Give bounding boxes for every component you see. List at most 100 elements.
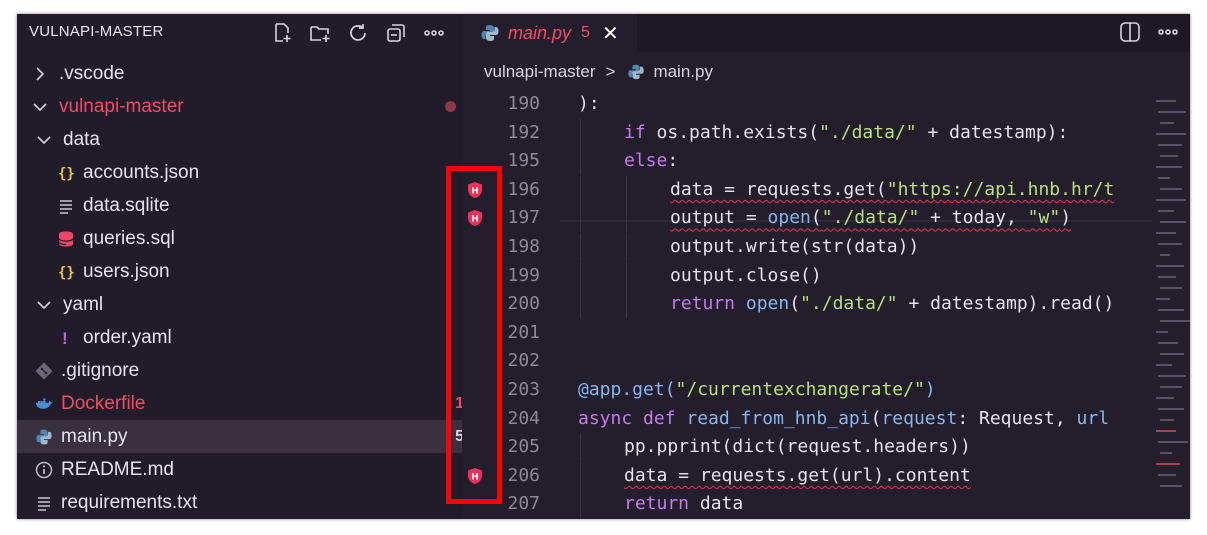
tab-bar: main.py 5 ✕ <box>462 14 1190 52</box>
code-token: ( <box>810 207 822 229</box>
code-line: 195 else: <box>462 147 1152 176</box>
explorer-title: VULNAPI-MASTER <box>29 23 164 40</box>
minimap-line <box>1156 430 1176 432</box>
tree-item-yaml[interactable]: yaml <box>17 288 480 321</box>
tree-item-label: vulnapi-master <box>59 95 184 117</box>
code-token: request <box>881 407 958 429</box>
code-line: 192 if os.path.exists("./data/" + datesta… <box>462 118 1152 147</box>
collapse-all-icon[interactable] <box>382 19 410 47</box>
tree-item-gitignore[interactable]: .gitignore <box>17 354 480 387</box>
code-view[interactable]: 190): 192 if os.path.exists("./data/" + da… <box>462 90 1152 519</box>
indent-guide <box>626 204 627 233</box>
tree-item-label: yaml <box>63 293 104 315</box>
tree-item-users-json[interactable]: {} users.json <box>17 255 502 288</box>
code-token: : Request, <box>957 407 1077 429</box>
tree-item-label: queries.sql <box>83 227 175 249</box>
tree-item-label: .gitignore <box>61 359 140 381</box>
indent-guide <box>626 175 627 204</box>
minimap-line <box>1160 353 1184 355</box>
tree-item-dockerfile[interactable]: Dockerfile 1 <box>17 387 480 420</box>
minimap-line <box>1156 199 1186 201</box>
minimap-line <box>1156 133 1186 135</box>
tree-item-accounts-json[interactable]: {} accounts.json <box>17 156 502 189</box>
minimap-line <box>1158 177 1170 179</box>
new-folder-icon[interactable] <box>306 19 334 47</box>
explorer-sidebar: VULNAPI-MASTER .vscode vulnapi-master da… <box>17 14 480 519</box>
line-text: if os.path.exists("./data/" + datestamp)… <box>624 119 1068 147</box>
minimap-line <box>1158 111 1186 113</box>
more-actions-icon[interactable] <box>1156 20 1180 44</box>
close-icon[interactable]: ✕ <box>602 21 619 45</box>
minimap-line <box>1160 419 1174 421</box>
docker-icon <box>35 395 53 413</box>
minimap[interactable] <box>1152 90 1190 519</box>
code-token: os.path.exists( <box>656 121 820 143</box>
tree-item-order-yaml[interactable]: ! order.yaml <box>17 321 502 354</box>
tree-item-label: requirements.txt <box>61 491 198 513</box>
vscode-window: VULNAPI-MASTER .vscode vulnapi-master da… <box>17 14 1190 519</box>
code-token: "/currentexchangerate/" <box>675 379 925 400</box>
minimap-line <box>1158 210 1174 212</box>
svg-text:!: ! <box>62 329 68 347</box>
minimap-line <box>1160 122 1174 124</box>
code-line: 202 <box>462 347 1152 375</box>
tree-item-label: main.py <box>61 425 128 447</box>
tree-item-main-py[interactable]: main.py 5 <box>17 420 480 453</box>
tree-item-label: users.json <box>83 260 170 282</box>
new-file-icon[interactable] <box>268 19 296 47</box>
minimap-line <box>1160 254 1170 256</box>
code-token: + datestamp).read() <box>897 293 1115 315</box>
tree-item-queries-sql[interactable]: queries.sql <box>17 222 502 255</box>
tree-item-label: .vscode <box>59 62 125 84</box>
indent-guide <box>580 233 581 261</box>
split-editor-icon[interactable] <box>1118 20 1142 44</box>
info-icon <box>35 461 53 479</box>
code-line: 199 output.close() <box>462 261 1152 290</box>
minimap-line <box>1158 144 1182 146</box>
breadcrumb-separator: > <box>605 62 616 81</box>
tree-item-data-sqlite[interactable]: data.sqlite <box>17 189 502 222</box>
tree-item-vulnapi-master[interactable]: vulnapi-master <box>17 90 476 123</box>
code-line: 203 @app.get("/currentexchangerate/") <box>462 376 1152 404</box>
indent-guide <box>580 204 581 233</box>
code-token: if <box>624 121 657 143</box>
minimap-line <box>1160 221 1186 223</box>
breadcrumb-folder[interactable]: vulnapi-master <box>484 62 596 82</box>
indent-guide <box>580 433 581 462</box>
indent-guide <box>580 147 581 176</box>
svg-text:{}: {} <box>58 166 75 182</box>
minimap-line <box>1160 155 1178 157</box>
tab-main-py[interactable]: main.py 5 ✕ <box>462 14 637 52</box>
code-token: "w" <box>1027 207 1061 229</box>
python-icon <box>627 63 645 81</box>
modified-dot-icon <box>445 101 456 112</box>
code-token: output.write(str(data)) <box>670 236 920 257</box>
tree-item-data[interactable]: data <box>17 123 480 156</box>
tree-item-requirements-txt[interactable]: requirements.txt <box>17 486 480 519</box>
minimap-line <box>1158 441 1188 443</box>
text-file-icon <box>35 494 53 512</box>
line-text: pp.pprint(dict(request.headers)) <box>624 433 971 461</box>
minimap-line <box>1160 452 1172 454</box>
indent-guide <box>626 233 627 261</box>
code-line: H 197 output = open("./data/" + today, "w"… <box>462 204 1152 233</box>
tree-item-vscode[interactable]: .vscode <box>17 57 476 90</box>
code-token: ( <box>789 293 801 315</box>
breadcrumb-file[interactable]: main.py <box>653 62 713 82</box>
code-token: return <box>670 293 746 315</box>
minimap-line <box>1156 100 1176 102</box>
line-text: output.close() <box>670 262 822 290</box>
line-number: 190 <box>507 93 540 114</box>
refresh-icon[interactable] <box>344 19 372 47</box>
indent-guide <box>626 290 627 319</box>
minimap-line <box>1156 232 1176 234</box>
more-icon[interactable] <box>420 19 448 47</box>
tree-item-label: order.yaml <box>83 326 172 348</box>
minimap-line <box>1160 287 1182 289</box>
explorer-actions <box>268 19 448 47</box>
tab-problem-count: 5 <box>581 24 590 41</box>
line-text: async def read_from_hnb_api(request: Req… <box>578 405 1109 433</box>
code-token: + today, <box>919 207 1028 229</box>
code-token: : <box>667 150 679 172</box>
tree-item-readme-md[interactable]: README.md <box>17 453 480 486</box>
